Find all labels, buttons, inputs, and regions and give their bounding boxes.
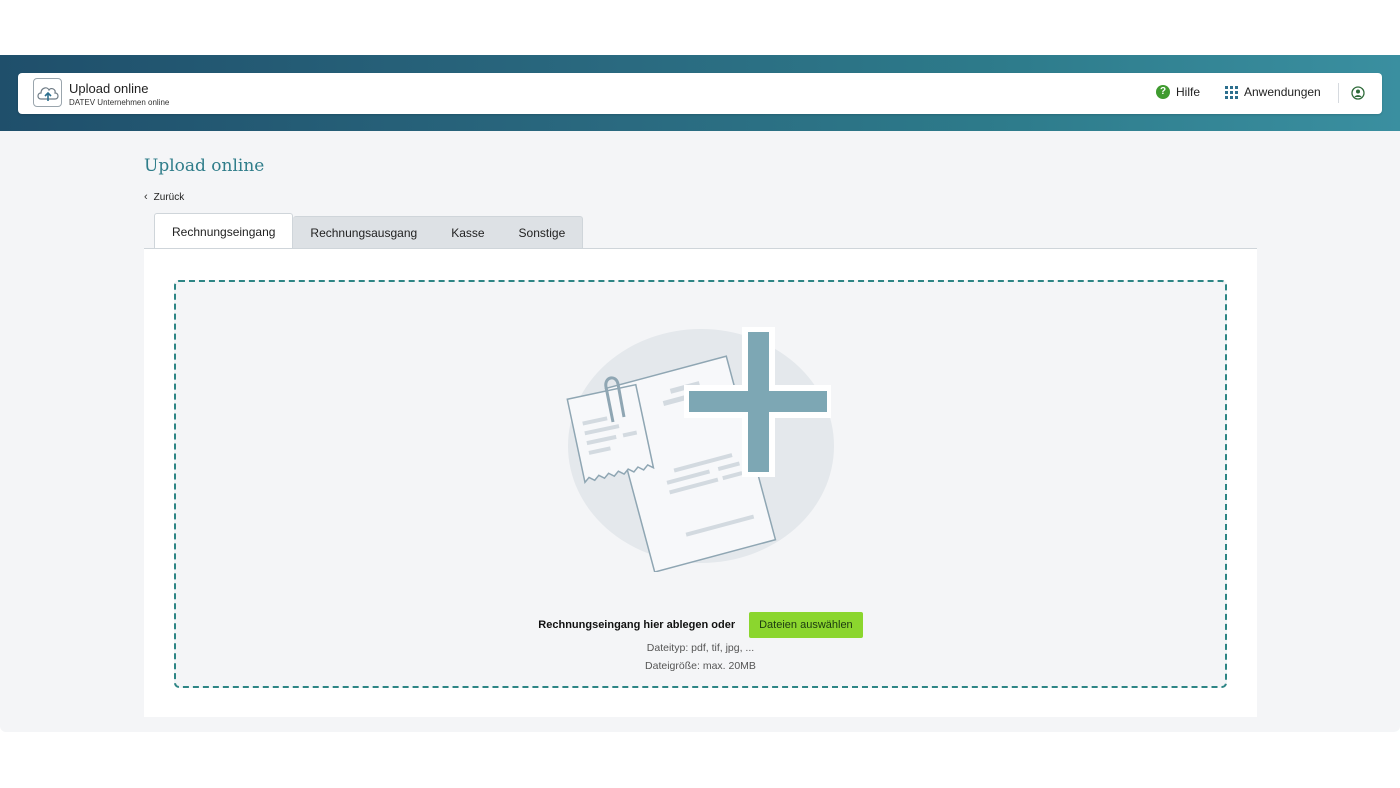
back-link[interactable]: ‹ Zurück xyxy=(144,191,184,203)
divider xyxy=(1338,83,1339,103)
page-title: Upload online xyxy=(144,156,265,176)
filetype-hint: Dateityp: pdf, tif, jpg, ... xyxy=(646,642,755,654)
app-title: Upload online xyxy=(69,81,149,96)
applications-label: Anwendungen xyxy=(1244,85,1321,99)
tab-kasse[interactable]: Kasse xyxy=(434,217,501,249)
tab-rechnungseingang[interactable]: Rechnungseingang xyxy=(154,213,294,249)
chevron-left-icon: ‹ xyxy=(144,191,148,203)
upload-cloud-icon[interactable] xyxy=(33,78,62,107)
help-label: Hilfe xyxy=(1176,85,1201,99)
inactive-tabs: Rechnungsausgang Kasse Sonstige xyxy=(293,216,584,249)
file-dropzone[interactable]: Rechnungseingang hier ablegen oder Datei… xyxy=(174,280,1227,688)
tab-sonstige[interactable]: Sonstige xyxy=(502,217,583,249)
app-bar: Upload online DATEV Unternehmen online ?… xyxy=(18,73,1382,114)
back-label: Zurück xyxy=(153,191,185,203)
help-link[interactable]: ? Hilfe xyxy=(1156,85,1200,99)
upload-documents-illustration xyxy=(561,327,841,573)
app-window: Upload online DATEV Unternehmen online ?… xyxy=(0,55,1400,732)
tab-panel: Rechnungseingang hier ablegen oder Datei… xyxy=(144,248,1257,717)
grid-icon xyxy=(1225,85,1238,99)
applications-menu[interactable]: Anwendungen xyxy=(1225,85,1321,99)
app-subtitle: DATEV Unternehmen online xyxy=(69,98,170,107)
help-icon: ? xyxy=(1156,85,1170,99)
tab-rechnungsausgang[interactable]: Rechnungsausgang xyxy=(293,217,434,249)
select-files-button[interactable]: Dateien auswählen xyxy=(749,612,863,638)
tab-bar: Rechnungseingang Rechnungsausgang Kasse … xyxy=(154,213,584,249)
user-account-icon[interactable] xyxy=(1351,86,1365,100)
filesize-hint: Dateigröße: max. 20MB xyxy=(645,660,756,672)
drop-text: Rechnungseingang hier ablegen oder xyxy=(538,619,736,631)
drop-instructions: Rechnungseingang hier ablegen oder Datei… xyxy=(176,612,1225,638)
